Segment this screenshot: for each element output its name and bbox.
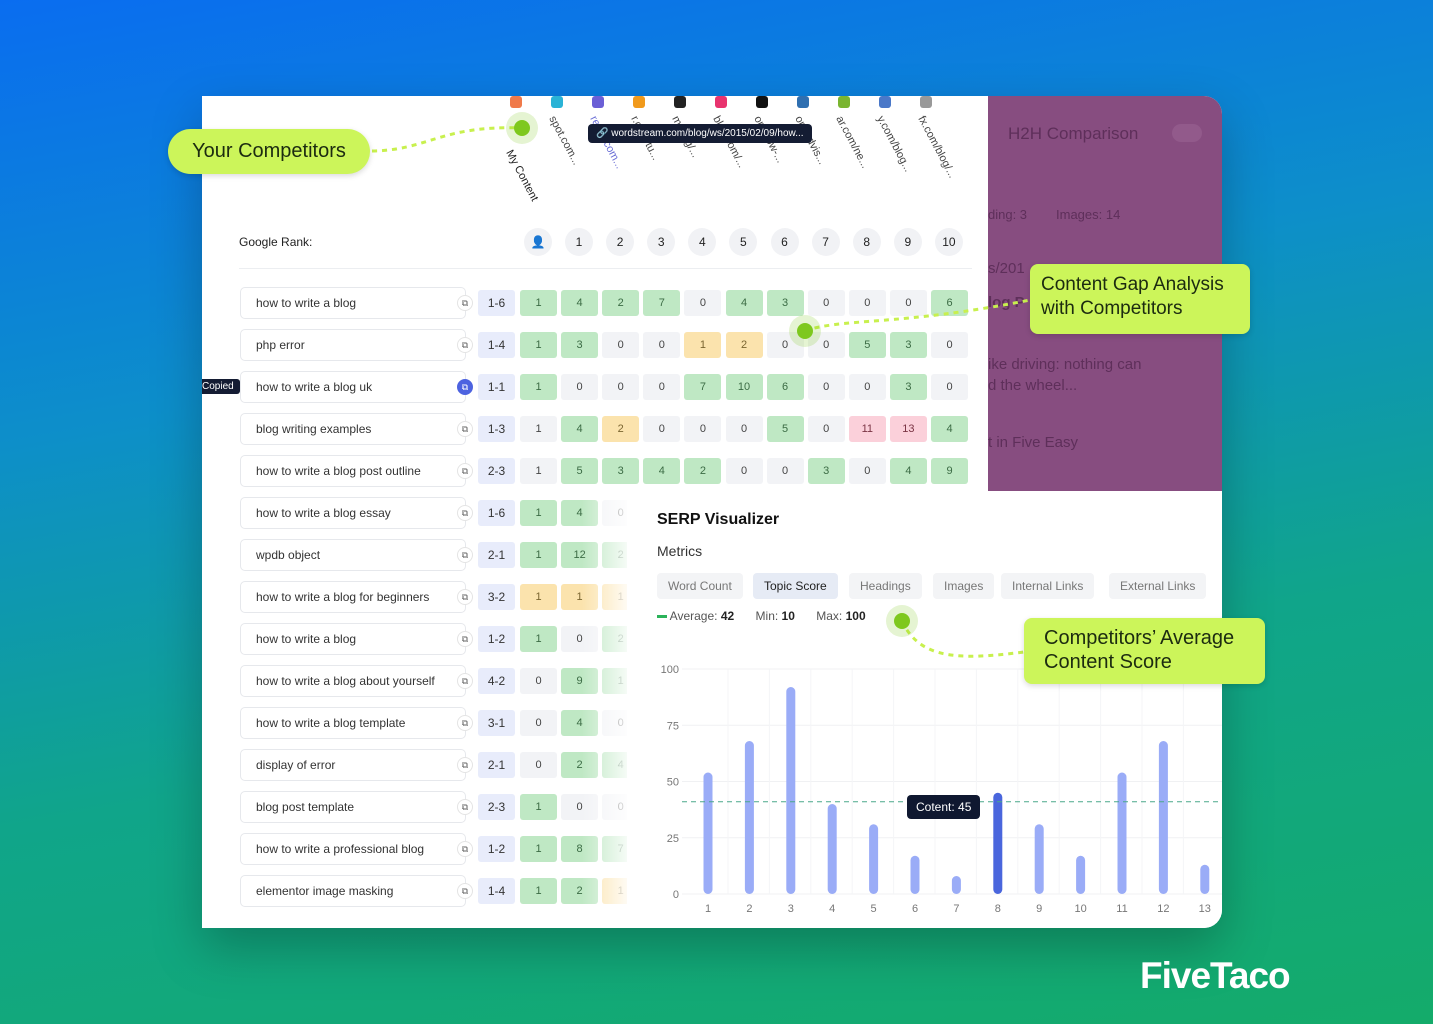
- gap-marker: [797, 323, 813, 339]
- callout-average-score: Competitors’ Average Content Score: [1024, 618, 1265, 684]
- callout-content-gap: Content Gap Analysis with Competitors: [1030, 264, 1250, 334]
- average-marker: [894, 613, 910, 629]
- fivetaco-logo: FiveTaco: [1140, 955, 1291, 996]
- callout-your-competitors: Your Competitors: [168, 129, 370, 174]
- competitors-marker: [514, 120, 530, 136]
